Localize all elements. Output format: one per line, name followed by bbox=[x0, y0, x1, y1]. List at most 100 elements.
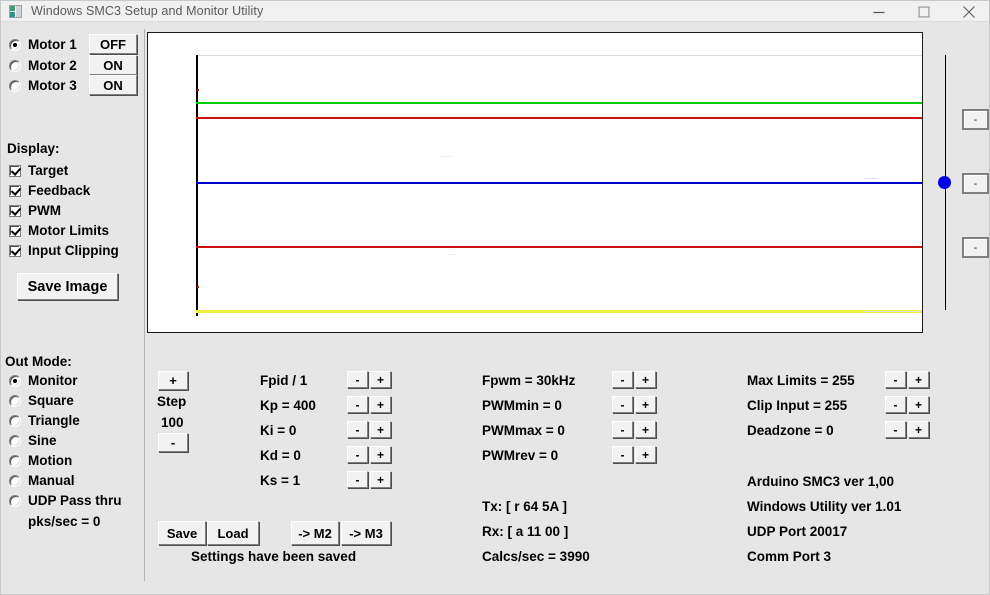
display-checkbox-input-clipping[interactable]: Input Clipping bbox=[9, 243, 119, 258]
settings-status-message: Settings have been saved bbox=[191, 549, 356, 564]
motor-2-state-button[interactable]: ON bbox=[89, 55, 137, 75]
motor-label: Motor 3 bbox=[28, 78, 77, 93]
info-line-utility-version: Windows Utility ver 1.01 bbox=[747, 499, 901, 514]
max-limits-increase-button[interactable]: + bbox=[908, 371, 929, 388]
side-button-2[interactable]: - bbox=[962, 173, 989, 194]
out-mode-radio-monitor[interactable]: Monitor bbox=[9, 373, 78, 388]
deadzone-decrease-button[interactable]: - bbox=[885, 421, 906, 438]
ks-increase-button[interactable]: + bbox=[370, 471, 391, 488]
radio-icon bbox=[9, 60, 21, 72]
pwm-row-label-pwmmax: PWMmax = 0 bbox=[482, 423, 565, 438]
deadzone-increase-button[interactable]: + bbox=[908, 421, 929, 438]
kd-decrease-button[interactable]: - bbox=[347, 446, 368, 463]
motor-3-state-button[interactable]: ON bbox=[89, 75, 137, 95]
step-increase-button[interactable]: + bbox=[158, 371, 188, 390]
info-line-comm-port: Comm Port 3 bbox=[747, 549, 831, 564]
clip-input-decrease-button[interactable]: - bbox=[885, 396, 906, 413]
scale-slider-knob[interactable] bbox=[938, 176, 951, 189]
out-mode-radio-manual[interactable]: Manual bbox=[9, 473, 75, 488]
pwmmin-increase-button[interactable]: + bbox=[635, 396, 656, 413]
display-label: Target bbox=[28, 163, 68, 178]
copy-to-m2-button[interactable]: -> M2 bbox=[291, 521, 339, 545]
copy-to-m3-button[interactable]: -> M3 bbox=[341, 521, 391, 545]
pwm-row-label-fpwm: Fpwm = 30kHz bbox=[482, 373, 575, 388]
out-mode-label: Monitor bbox=[28, 373, 78, 388]
out-mode-radio-motion[interactable]: Motion bbox=[9, 453, 72, 468]
side-button-1[interactable]: - bbox=[962, 109, 989, 130]
motor-label: Motor 1 bbox=[28, 37, 77, 52]
pwmmax-increase-button[interactable]: + bbox=[635, 421, 656, 438]
display-checkbox-target[interactable]: Target bbox=[9, 163, 68, 178]
motor-radio-3[interactable]: Motor 3 bbox=[9, 78, 77, 93]
app-icon bbox=[9, 5, 22, 18]
side-button-3[interactable]: - bbox=[962, 237, 989, 258]
motor-1-state-button[interactable]: OFF bbox=[89, 34, 137, 54]
clip-input-increase-button[interactable]: + bbox=[908, 396, 929, 413]
out-mode-label: Motion bbox=[28, 453, 72, 468]
radio-icon bbox=[9, 475, 21, 487]
pwmmax-decrease-button[interactable]: - bbox=[612, 421, 633, 438]
close-icon[interactable] bbox=[946, 1, 990, 22]
out-mode-radio-udp-pass-thru[interactable]: UDP Pass thru bbox=[9, 493, 122, 508]
pid-row-label-kp: Kp = 400 bbox=[260, 398, 316, 413]
pwmrev-decrease-button[interactable]: - bbox=[612, 446, 633, 463]
display-checkbox-motor-limits[interactable]: Motor Limits bbox=[9, 223, 109, 238]
save-button[interactable]: Save bbox=[158, 521, 206, 545]
display-label: Motor Limits bbox=[28, 223, 109, 238]
trace-target-feedback bbox=[196, 182, 923, 184]
info-line-udp-port: UDP Port 20017 bbox=[747, 524, 847, 539]
out-mode-label: UDP Pass thru bbox=[28, 493, 122, 508]
info-line-arduino-version: Arduino SMC3 ver 1,00 bbox=[747, 474, 894, 489]
motor-radio-1[interactable]: Motor 1 bbox=[9, 37, 77, 52]
ki-decrease-button[interactable]: - bbox=[347, 421, 368, 438]
checkbox-icon bbox=[9, 205, 21, 217]
out-mode-radio-triangle[interactable]: Triangle bbox=[9, 413, 80, 428]
radio-icon bbox=[9, 415, 21, 427]
pid-row-label-kd: Kd = 0 bbox=[260, 448, 301, 463]
out-mode-radio-square[interactable]: Square bbox=[9, 393, 74, 408]
out-mode-label: Sine bbox=[28, 433, 57, 448]
kp-increase-button[interactable]: + bbox=[370, 396, 391, 413]
graph-faint-mark bbox=[441, 156, 451, 157]
maximize-icon[interactable] bbox=[901, 1, 946, 22]
monitor-graph[interactable] bbox=[147, 32, 923, 333]
pwmrev-increase-button[interactable]: + bbox=[635, 446, 656, 463]
pwmmin-decrease-button[interactable]: - bbox=[612, 396, 633, 413]
ks-decrease-button[interactable]: - bbox=[347, 471, 368, 488]
fpid-increase-button[interactable]: + bbox=[370, 371, 391, 388]
ki-increase-button[interactable]: + bbox=[370, 421, 391, 438]
motor-label: Motor 2 bbox=[28, 58, 77, 73]
graph-faint-mark bbox=[864, 311, 922, 312]
radio-icon bbox=[9, 80, 21, 92]
checkbox-icon bbox=[9, 225, 21, 237]
graph-top-border bbox=[196, 55, 923, 56]
kp-decrease-button[interactable]: - bbox=[347, 396, 368, 413]
pid-row-label-ki: Ki = 0 bbox=[260, 423, 296, 438]
rx-readout: Rx: [ a 11 00 ] bbox=[482, 524, 568, 539]
save-image-button[interactable]: Save Image bbox=[17, 273, 118, 300]
pks-per-sec-readout: pks/sec = 0 bbox=[28, 514, 100, 529]
display-checkbox-feedback[interactable]: Feedback bbox=[9, 183, 90, 198]
out-mode-label: Triangle bbox=[28, 413, 80, 428]
tx-readout: Tx: [ r 64 5A ] bbox=[482, 499, 567, 514]
display-checkbox-pwm[interactable]: PWM bbox=[9, 203, 61, 218]
fpid-decrease-button[interactable]: - bbox=[347, 371, 368, 388]
step-decrease-button[interactable]: - bbox=[158, 433, 188, 452]
fpwm-increase-button[interactable]: + bbox=[635, 371, 656, 388]
kd-increase-button[interactable]: + bbox=[370, 446, 391, 463]
trace-input-clip-lower bbox=[196, 246, 923, 248]
window-title: Windows SMC3 Setup and Monitor Utility bbox=[31, 4, 263, 18]
radio-icon bbox=[9, 39, 21, 51]
load-button[interactable]: Load bbox=[207, 521, 259, 545]
fpwm-decrease-button[interactable]: - bbox=[612, 371, 633, 388]
radio-icon bbox=[9, 375, 21, 387]
display-label: Input Clipping bbox=[28, 243, 119, 258]
trace-pwm bbox=[196, 310, 923, 313]
trace-input-clip-upper bbox=[196, 117, 923, 119]
motor-radio-2[interactable]: Motor 2 bbox=[9, 58, 77, 73]
pwm-row-label-pwmrev: PWMrev = 0 bbox=[482, 448, 558, 463]
out-mode-radio-sine[interactable]: Sine bbox=[9, 433, 57, 448]
max-limits-decrease-button[interactable]: - bbox=[885, 371, 906, 388]
pid-row-label-fpid: Fpid / 1 bbox=[260, 373, 307, 388]
minimize-icon[interactable] bbox=[856, 1, 901, 22]
